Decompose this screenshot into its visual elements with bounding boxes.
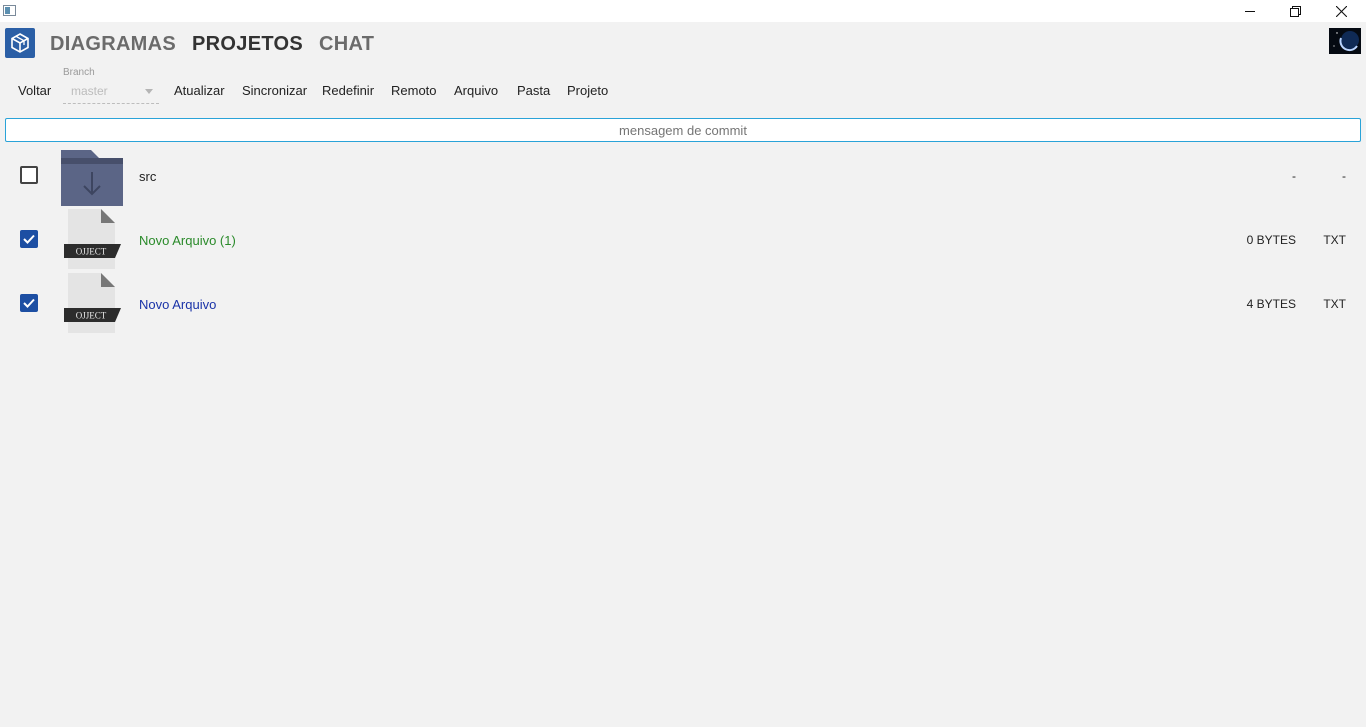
file-size: -	[1292, 169, 1296, 183]
branch-value: master	[71, 84, 108, 98]
reset-button[interactable]: Redefinir	[322, 83, 374, 98]
file-name[interactable]: src	[139, 169, 156, 184]
app-logo[interactable]	[5, 28, 35, 58]
earth-avatar-icon	[1329, 28, 1361, 54]
back-button[interactable]: Voltar	[18, 83, 51, 98]
row-checkbox[interactable]	[20, 166, 38, 184]
toolbar: Voltar Branch master Atualizar Sincroniz…	[0, 64, 1366, 108]
file-name[interactable]: Novo Arquivo	[139, 297, 216, 312]
row-checkbox[interactable]	[20, 230, 38, 248]
title-bar	[0, 0, 1366, 22]
list-item[interactable]: src - -	[0, 145, 1366, 209]
file-size: 0 BYTES	[1246, 233, 1296, 247]
update-button[interactable]: Atualizar	[174, 83, 225, 98]
tab-projetos[interactable]: PROJETOS	[192, 33, 303, 56]
minimize-button[interactable]	[1227, 0, 1273, 22]
check-icon	[23, 298, 35, 308]
commit-message-input[interactable]	[5, 118, 1361, 142]
main-nav: DIAGRAMAS PROJETOS CHAT	[50, 33, 374, 56]
file-size: 4 BYTES	[1246, 297, 1296, 311]
branch-select[interactable]: master	[63, 82, 159, 104]
minimize-icon	[1245, 11, 1255, 12]
file-badge: OJJECT	[76, 311, 107, 321]
tab-diagramas[interactable]: DIAGRAMAS	[50, 33, 176, 56]
close-icon	[1335, 5, 1347, 17]
file-name[interactable]: Novo Arquivo (1)	[139, 233, 236, 248]
chevron-down-icon	[145, 89, 153, 94]
close-window-button[interactable]	[1318, 0, 1364, 22]
new-project-button[interactable]: Projeto	[567, 83, 608, 98]
file-badge: OJJECT	[76, 247, 107, 257]
new-folder-button[interactable]: Pasta	[517, 83, 550, 98]
user-avatar[interactable]	[1329, 28, 1361, 54]
row-checkbox[interactable]	[20, 294, 38, 312]
cube-logo-icon	[11, 33, 29, 53]
restore-icon	[1289, 5, 1301, 17]
file-type: -	[1342, 169, 1346, 183]
file-icon: OJJECT	[64, 209, 121, 269]
list-item[interactable]: OJJECT Novo Arquivo 4 BYTES TXT	[0, 270, 1366, 334]
new-file-button[interactable]: Arquivo	[454, 83, 498, 98]
sync-button[interactable]: Sincronizar	[242, 83, 307, 98]
app-window-icon	[3, 5, 16, 16]
file-type: TXT	[1323, 297, 1346, 311]
branch-label: Branch	[63, 67, 95, 78]
list-item[interactable]: OJJECT Novo Arquivo (1) 0 BYTES TXT	[0, 206, 1366, 270]
check-icon	[23, 234, 35, 244]
folder-icon	[61, 150, 123, 206]
restore-button[interactable]	[1272, 0, 1318, 22]
file-icon: OJJECT	[64, 273, 121, 333]
file-type: TXT	[1323, 233, 1346, 247]
remote-button[interactable]: Remoto	[391, 83, 437, 98]
tab-chat[interactable]: CHAT	[319, 33, 374, 56]
